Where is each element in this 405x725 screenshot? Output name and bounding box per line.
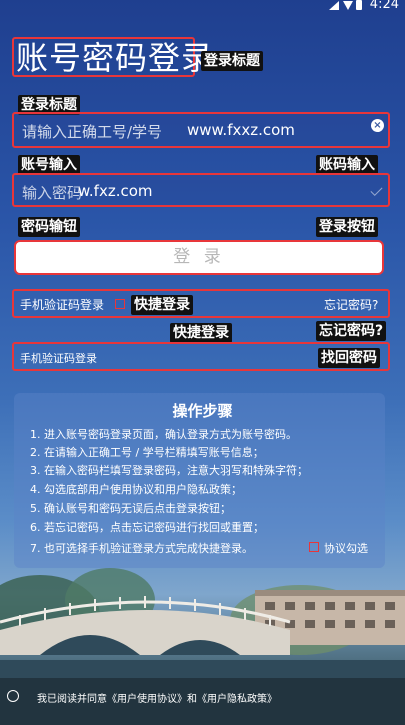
check-icon <box>370 183 383 197</box>
step-item: 4. 勾选底部用户使用协议和用户隐私政策； <box>30 483 242 496</box>
login-button[interactable]: 登 录 <box>14 240 384 275</box>
forgot-password-link[interactable]: 忘记密码? <box>324 296 378 313</box>
step-item: 1. 进入账号密码登录页面，确认登录方式为账号密码。 <box>30 428 297 441</box>
password-placeholder: 输入密码 <box>22 184 83 202</box>
account-placeholder: 请输入正确工号/学号 <box>22 123 163 141</box>
annotation-quick-login-2: 快捷登录 <box>170 323 232 343</box>
account-watermark: www.fxxz.com <box>187 121 295 139</box>
step-item: 2. 在请输入正确工号 / 学号栏精填写账号信息； <box>30 446 264 459</box>
account-input[interactable]: 请输入正确工号/学号 www.fxxz.com × <box>12 112 390 148</box>
page-title: 账号密码登录 <box>16 39 215 77</box>
annotation-login-button: 登录按钮 <box>316 217 378 237</box>
annotation-quick-login: 快捷登录 <box>131 295 193 315</box>
annotation-account-input: 账号输入 <box>18 155 80 175</box>
signal-icon <box>329 1 339 10</box>
agreement-radio[interactable] <box>7 690 19 702</box>
password-input[interactable]: 输入密码 w.fxz.com <box>12 173 390 207</box>
sms-login-link[interactable]: 手机验证码登录 <box>20 296 104 313</box>
agreement-text[interactable]: 我已阅读并同意《用户使用协议》和《用户隐私政策》 <box>37 690 277 705</box>
password-watermark: w.fxz.com <box>78 182 153 200</box>
sms-login-link-2[interactable]: 手机验证码登录 <box>20 350 97 366</box>
annotation-forgot: 忘记密码? <box>316 321 387 341</box>
status-bar: 4:24 <box>0 0 405 14</box>
annotation-password-button: 密码输钮 <box>18 217 80 237</box>
quick-login-checkbox[interactable] <box>115 299 125 309</box>
battery-icon <box>356 0 362 10</box>
clear-icon[interactable]: × <box>371 119 384 132</box>
step-item: 6. 若忘记密码，点击忘记密码进行找回或重置； <box>30 521 264 534</box>
wifi-icon <box>343 1 353 10</box>
steps-title: 操作步骤 <box>172 402 233 420</box>
annotation-title: 登录标题 <box>201 51 263 71</box>
agreement-checkbox-annotation <box>309 542 319 552</box>
step-item: 5. 确认账号和密码无误后点击登录按钮； <box>30 502 231 515</box>
agreement-check-label: 协议勾选 <box>324 542 368 555</box>
annotation-password-input: 账码输入 <box>316 155 378 175</box>
step-item: 7. 也可选择手机验证登录方式完成快捷登录。 <box>30 542 253 555</box>
annotation-recover: 找回密码 <box>318 348 380 368</box>
status-time: 4:24 <box>369 0 399 12</box>
step-item: 3. 在输入密码栏填写登录密码，注意大羽写和特殊字符； <box>30 464 308 477</box>
